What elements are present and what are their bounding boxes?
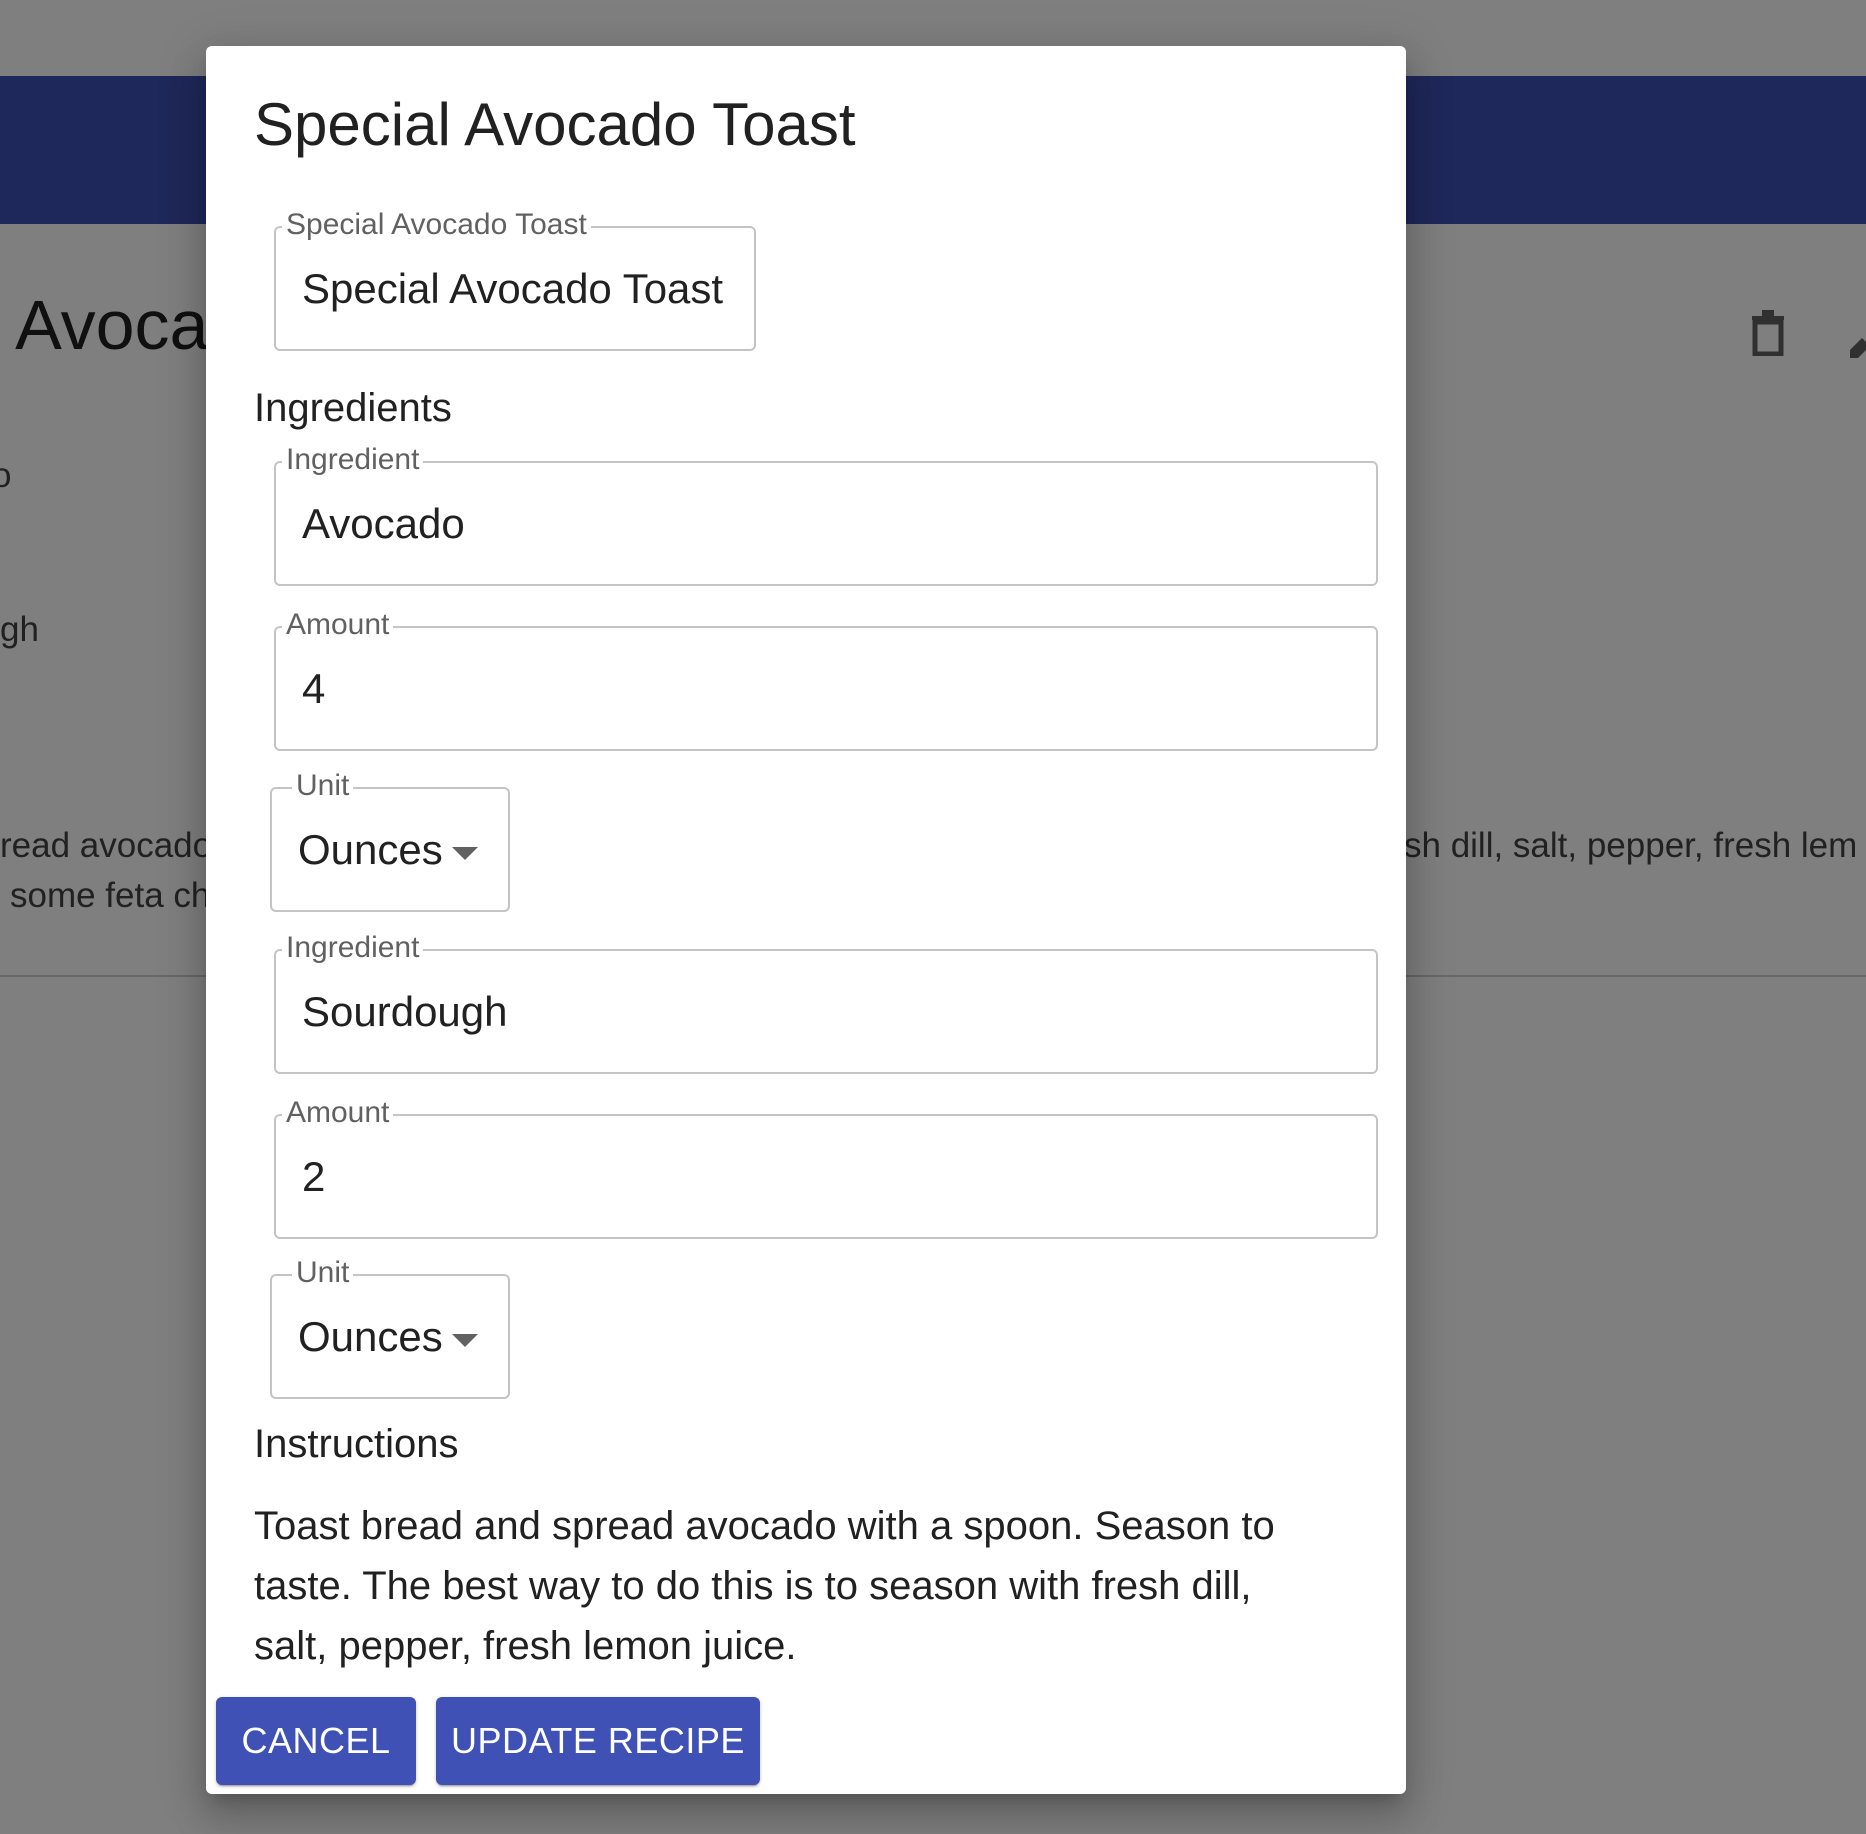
- recipe-name-value: Special Avocado Toast: [302, 264, 724, 312]
- unit-value: Ounces: [298, 1312, 443, 1360]
- amount-value: 4: [302, 664, 326, 712]
- amount-label: Amount: [282, 607, 394, 643]
- dropdown-caret-icon: [452, 847, 478, 860]
- recipe-name-field[interactable]: Special Avocado Toast Special Avocado To…: [274, 207, 756, 351]
- unit-select[interactable]: Unit Ounces: [270, 1255, 510, 1399]
- unit-value: Ounces: [298, 825, 443, 873]
- instructions-heading: Instructions: [254, 1422, 459, 1466]
- ingredient-field[interactable]: Ingredient Sourdough: [274, 930, 1378, 1074]
- instructions-text: Toast bread and spread avocado with a sp…: [254, 1504, 1275, 1668]
- ingredient-value: Avocado: [302, 499, 465, 547]
- ingredients-heading: Ingredients: [254, 386, 452, 430]
- ingredient-value: Sourdough: [302, 987, 508, 1035]
- ingredient-field[interactable]: Ingredient Avocado: [274, 442, 1378, 586]
- unit-select[interactable]: Unit Ounces: [270, 768, 510, 912]
- edit-recipe-dialog: Special Avocado Toast Special Avocado To…: [206, 46, 1406, 1794]
- amount-value: 2: [302, 1152, 326, 1200]
- cancel-button[interactable]: CANCEL: [216, 1697, 416, 1785]
- dropdown-caret-icon: [452, 1334, 478, 1347]
- amount-label: Amount: [282, 1095, 394, 1131]
- dialog-title: Special Avocado Toast: [254, 91, 856, 158]
- amount-field[interactable]: Amount 2: [274, 1095, 1378, 1239]
- amount-field[interactable]: Amount 4: [274, 607, 1378, 751]
- update-recipe-button[interactable]: UPDATE RECIPE: [436, 1697, 760, 1785]
